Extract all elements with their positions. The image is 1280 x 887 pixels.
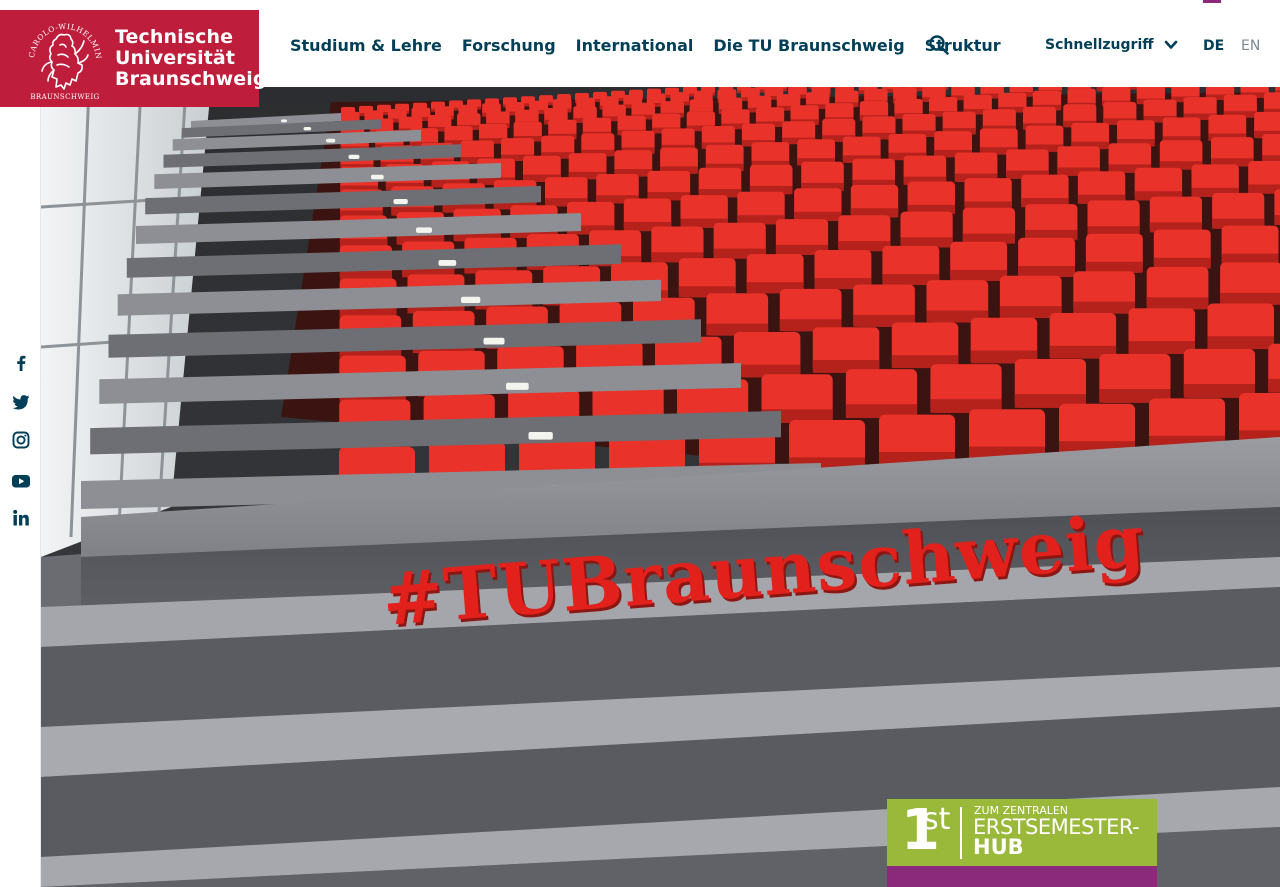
badge-line-3: HUB (973, 835, 1024, 859)
chevron-down-icon (1164, 40, 1177, 49)
stair-light (438, 260, 457, 266)
lecture-hall-illustration (41, 87, 1280, 887)
quick-access-label: Schnellzugriff (1045, 37, 1154, 53)
seal-icon: CAROLO-WILHELMINA BRAUNSCHWEIG (26, 15, 103, 101)
stair-light (528, 432, 553, 440)
seat-shadow (1220, 292, 1280, 305)
stair-light (461, 296, 481, 303)
stair-light (371, 174, 384, 180)
search-icon (929, 35, 949, 55)
stair-light (416, 227, 432, 233)
linkedin-icon[interactable] (11, 508, 31, 528)
logo-line-1: Technische (115, 26, 234, 48)
svg-text:CAROLO-WILHELMINA: CAROLO-WILHELMINA (26, 15, 103, 60)
stair-light (506, 382, 529, 390)
language-de[interactable]: DE (1203, 38, 1224, 54)
nav-item-studium-lehre[interactable]: Studium & Lehre (290, 36, 442, 55)
logo-line-2: Universität (115, 47, 236, 69)
youtube-icon[interactable] (11, 471, 31, 491)
erstsemester-hub-badge[interactable]: 1 st ZUM ZENTRALEN ERSTSEMESTER- HUB (887, 799, 1157, 887)
twitter-icon[interactable] (11, 392, 31, 412)
stair-light (281, 119, 287, 123)
stair-light (483, 337, 505, 345)
badge-purple-strip (887, 866, 1157, 887)
stair-light (303, 127, 312, 131)
logo-line-3: Braunschweig (115, 68, 267, 90)
stair-light (393, 199, 408, 205)
seat-shadow (950, 270, 1008, 281)
quick-access-dropdown[interactable]: Schnellzugriff (1045, 37, 1178, 53)
seat-shadow (1146, 297, 1209, 310)
main-navigation: Studium & Lehre Forschung International … (290, 36, 1001, 55)
search-button[interactable] (928, 34, 950, 56)
stair-light (348, 154, 360, 159)
seat-shadow (1018, 265, 1075, 277)
hero-image: #TUBraunschweig (41, 87, 1280, 887)
page: Studium & Lehre Forschung International … (0, 0, 1280, 887)
language-en[interactable]: EN (1241, 38, 1260, 54)
facebook-icon[interactable] (11, 353, 31, 373)
nav-item-die-tu-braunschweig[interactable]: Die TU Braunschweig (713, 36, 904, 55)
seat-shadow (1207, 336, 1274, 350)
nav-item-international[interactable]: International (576, 36, 694, 55)
seat-shadow (1085, 261, 1143, 273)
seat-shadow (1274, 215, 1280, 225)
instagram-icon[interactable] (11, 430, 31, 450)
social-sidebar (0, 87, 41, 887)
seat-shadow (1073, 301, 1135, 314)
badge-superscript: st (923, 802, 951, 837)
badge-divider (960, 807, 962, 859)
stair-light (326, 138, 336, 143)
logo-wordmark: Technische Universität Braunschweig (115, 27, 267, 90)
seat-shadow (1268, 378, 1280, 393)
nav-item-forschung[interactable]: Forschung (462, 36, 556, 55)
svg-text:BRAUNSCHWEIG: BRAUNSCHWEIG (30, 93, 99, 101)
university-logo[interactable]: CAROLO-WILHELMINA BRAUNSCHWEIG Technisch… (0, 10, 266, 107)
language-active-indicator (1203, 0, 1221, 3)
